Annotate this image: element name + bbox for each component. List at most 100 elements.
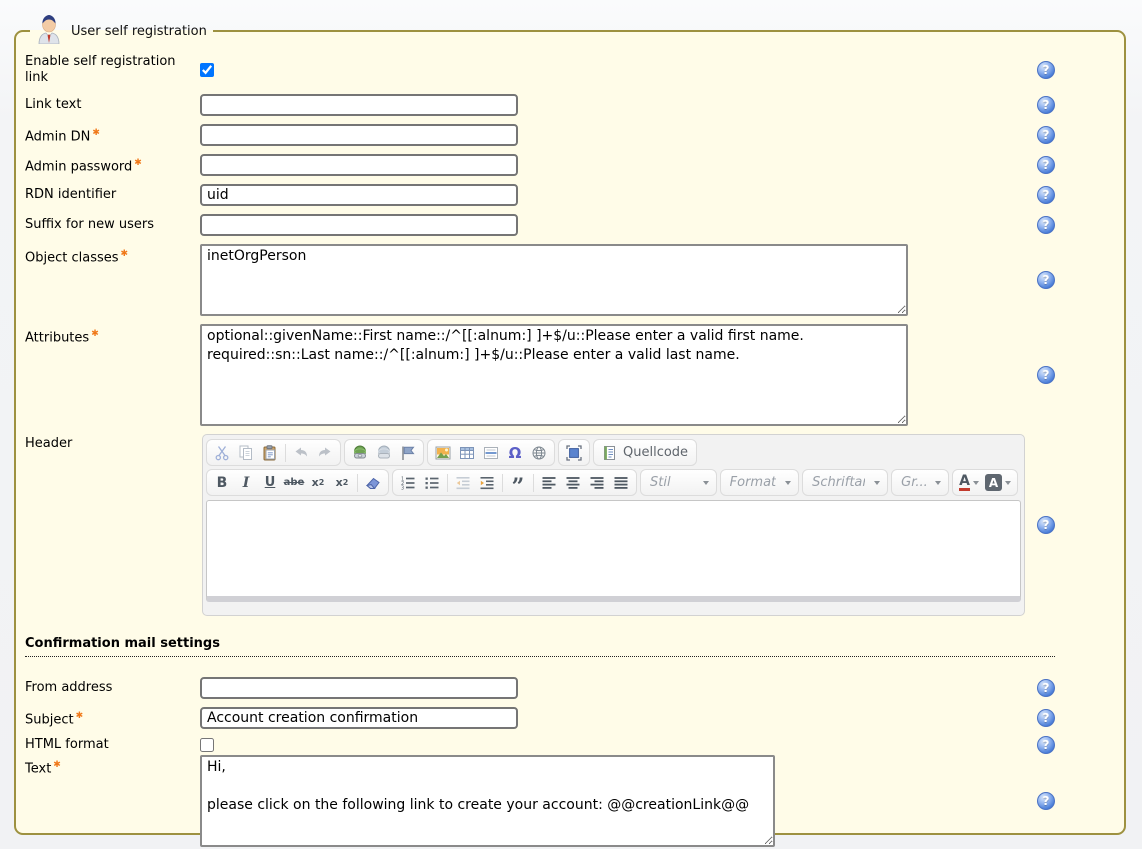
required-marker: ✱ <box>76 711 84 721</box>
bulleted-list-icon[interactable] <box>420 471 444 494</box>
text-label: Text <box>25 761 51 776</box>
rdn-identifier-label: RDN identifier <box>25 187 200 203</box>
strikethrough-button[interactable]: abe <box>282 471 306 494</box>
form-row-rdn: RDN identifier ? <box>25 184 1124 206</box>
chevron-down-icon <box>874 481 880 485</box>
required-marker: ✱ <box>91 329 99 339</box>
link-icon[interactable] <box>348 441 372 464</box>
from-address-input[interactable] <box>200 677 518 699</box>
justify-icon[interactable] <box>609 471 633 494</box>
mail-row-html-format: HTML format ? <box>25 737 1124 753</box>
admin-password-input[interactable] <box>200 154 518 176</box>
header-label: Header <box>25 434 200 452</box>
cut-icon[interactable] <box>210 441 234 464</box>
italic-button[interactable]: I <box>234 471 258 494</box>
format-dropdown[interactable]: Format <box>720 469 800 496</box>
required-marker: ✱ <box>121 249 129 259</box>
underline-button[interactable]: U <box>258 471 282 494</box>
form-row-object-classes: Object classes✱ inetOrgPerson ? <box>25 244 1124 316</box>
help-icon[interactable]: ? <box>1037 736 1055 754</box>
font-dropdown[interactable]: Schriftart <box>802 469 888 496</box>
help-icon[interactable]: ? <box>1037 96 1055 114</box>
superscript-button[interactable]: x2 <box>330 471 354 494</box>
form-row-attributes: Attributes✱ optional::givenName::First n… <box>25 324 1124 426</box>
redo-icon[interactable] <box>313 441 337 464</box>
form-row-suffix: Suffix for new users ? <box>25 214 1124 236</box>
maximize-icon[interactable] <box>562 441 586 464</box>
attributes-textarea[interactable]: optional::givenName::First name::/^[[:al… <box>200 324 908 426</box>
editor-toolbar-row-1: Ω Quellcode <box>206 438 1021 468</box>
style-dropdown[interactable]: Stil <box>640 469 717 496</box>
help-icon[interactable]: ? <box>1037 156 1055 174</box>
enable-self-registration-checkbox[interactable] <box>200 63 214 77</box>
numbered-list-icon[interactable]: 123 <box>396 471 420 494</box>
copy-icon[interactable] <box>234 441 258 464</box>
help-icon[interactable]: ? <box>1037 186 1055 204</box>
chevron-down-icon <box>935 481 941 485</box>
font-size-dropdown[interactable]: Gr... <box>891 469 949 496</box>
align-right-icon[interactable] <box>585 471 609 494</box>
editor-content[interactable] <box>206 500 1021 602</box>
link-text-label: Link text <box>25 97 200 113</box>
help-icon[interactable]: ? <box>1037 516 1055 534</box>
from-address-label: From address <box>25 680 200 696</box>
background-color-button[interactable]: A <box>982 474 1014 491</box>
admin-dn-input[interactable] <box>200 124 518 146</box>
page-title: User self registration <box>71 24 207 39</box>
suffix-input[interactable] <box>200 214 518 236</box>
chevron-down-icon <box>703 481 709 485</box>
align-left-icon[interactable] <box>537 471 561 494</box>
bold-button[interactable]: B <box>210 471 234 494</box>
remove-format-eraser-icon[interactable] <box>361 471 385 494</box>
subject-label: Subject <box>25 712 74 727</box>
horizontal-rule-icon[interactable] <box>479 441 503 464</box>
required-marker: ✱ <box>53 760 61 770</box>
subject-input[interactable] <box>200 707 518 729</box>
toolbar-separator <box>533 474 534 492</box>
object-classes-textarea[interactable]: inetOrgPerson <box>200 244 908 316</box>
rdn-identifier-input[interactable] <box>200 184 518 206</box>
paste-icon[interactable] <box>258 441 282 464</box>
user-avatar-icon <box>36 14 62 48</box>
rich-text-editor: Ω Quellcode <box>202 434 1025 616</box>
object-classes-label: Object classes <box>25 250 119 265</box>
subscript-button[interactable]: x2 <box>306 471 330 494</box>
admin-dn-label: Admin DN <box>25 129 90 144</box>
source-code-button[interactable]: Quellcode <box>596 445 694 461</box>
help-icon[interactable]: ? <box>1037 679 1055 697</box>
iframe-globe-icon[interactable] <box>527 441 551 464</box>
help-icon[interactable]: ? <box>1037 216 1055 234</box>
help-icon[interactable]: ? <box>1037 366 1055 384</box>
help-icon[interactable]: ? <box>1037 126 1055 144</box>
help-icon[interactable]: ? <box>1037 271 1055 289</box>
toolbar-separator <box>447 474 448 492</box>
special-char-icon[interactable]: Ω <box>503 441 527 464</box>
undo-icon[interactable] <box>289 441 313 464</box>
help-icon[interactable]: ? <box>1037 709 1055 727</box>
indent-icon[interactable] <box>475 471 499 494</box>
toolbar-separator <box>285 444 286 462</box>
link-text-input[interactable] <box>200 94 518 116</box>
self-registration-panel: User self registration Enable self regis… <box>14 14 1126 835</box>
html-format-label: HTML format <box>25 737 200 753</box>
source-code-label: Quellcode <box>623 445 688 460</box>
chevron-down-icon <box>785 481 791 485</box>
help-icon[interactable]: ? <box>1037 792 1055 810</box>
unlink-icon[interactable] <box>372 441 396 464</box>
mail-text-textarea[interactable]: Hi, please click on the following link t… <box>200 755 775 847</box>
mail-row-from-address: From address ? <box>25 677 1124 699</box>
blockquote-icon[interactable]: ” <box>506 471 530 494</box>
align-center-icon[interactable] <box>561 471 585 494</box>
admin-password-label: Admin password <box>25 159 132 174</box>
panel-legend: User self registration <box>30 14 213 48</box>
help-icon[interactable]: ? <box>1037 61 1055 79</box>
html-format-checkbox[interactable] <box>200 738 214 752</box>
toolbar-separator <box>357 474 358 492</box>
outdent-icon[interactable] <box>451 471 475 494</box>
chevron-down-icon <box>1005 481 1011 485</box>
anchor-flag-icon[interactable] <box>396 441 420 464</box>
table-icon[interactable] <box>455 441 479 464</box>
image-icon[interactable] <box>431 441 455 464</box>
form-row-admin-dn: Admin DN✱ ? <box>25 124 1124 146</box>
text-color-button[interactable]: A <box>956 474 982 491</box>
